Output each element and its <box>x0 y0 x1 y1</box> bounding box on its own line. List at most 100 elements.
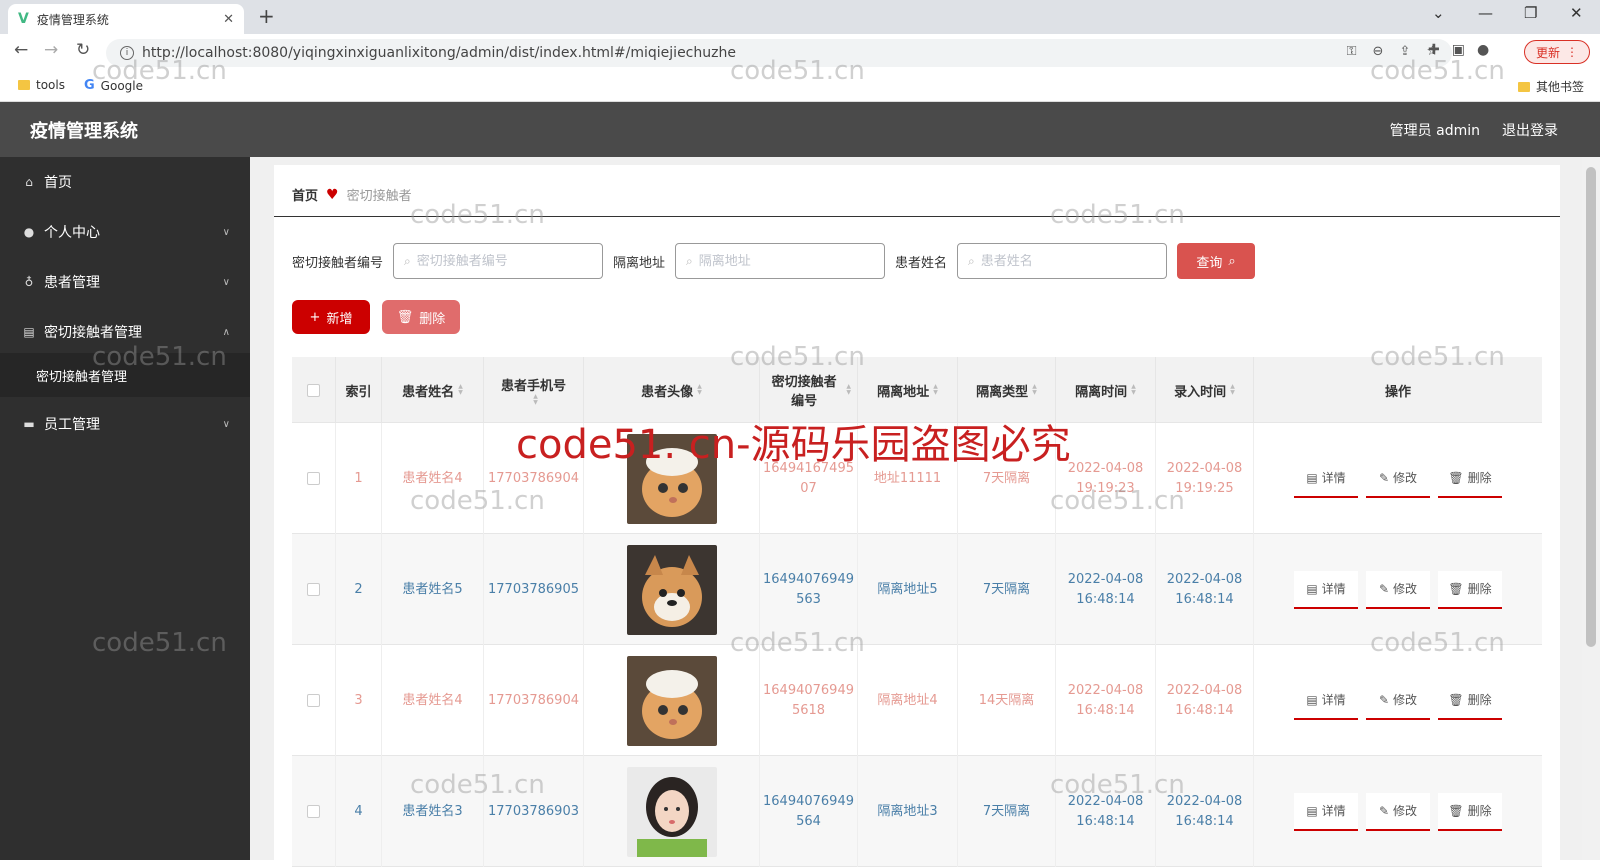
th-phone[interactable]: 患者手机号 ▲ ▼ <box>484 357 584 423</box>
sidebar-item-profile[interactable]: ● 个人中心 ∨ <box>0 207 250 257</box>
detail-button[interactable]: ▤ 详情 <box>1294 681 1358 720</box>
th-type[interactable]: 隔离类型 ▲ ▼ <box>958 357 1056 423</box>
edit-button[interactable]: ✎ 修改 <box>1366 570 1430 609</box>
table-row[interactable]: 1 患者姓名4 17703786904 16494167495 07 地址11111 7天… <box>292 423 1542 534</box>
bookmark-google[interactable]: G Google <box>84 78 143 93</box>
cell-avatar <box>584 423 760 534</box>
url-box[interactable]: i http://localhost:8080/yiqingxinxiguanl… <box>106 39 1452 67</box>
th-name[interactable]: 患者姓名 ▲ ▼ <box>382 357 484 423</box>
back-icon[interactable]: ← <box>14 40 28 60</box>
batch-delete-button[interactable]: 🗑 删除 <box>382 300 460 334</box>
profile-icon[interactable]: ● <box>1477 42 1489 58</box>
update-button[interactable]: 更新 ⋮ <box>1524 40 1590 64</box>
bookmark-label: 其他书签 <box>1536 80 1585 94</box>
scroll-thumb[interactable] <box>1586 167 1596 647</box>
table-body: 1 患者姓名4 17703786904 16494167495 07 地址11111 7天… <box>292 423 1542 867</box>
detail-button[interactable]: ▤ 详情 <box>1294 570 1358 609</box>
delete-button[interactable]: 🗑 删除 <box>1438 459 1502 498</box>
cell-avatar <box>584 645 760 756</box>
url-text[interactable]: http://localhost:8080/yiqingxinxiguanlix… <box>142 45 736 61</box>
sort-icon[interactable]: ▲ ▼ <box>458 384 463 396</box>
search-input-addr[interactable] <box>698 253 869 269</box>
sidebar-subitem-contacts[interactable]: 密切接触者管理 <box>0 353 250 397</box>
search-field-code[interactable]: ⌕ <box>393 243 604 279</box>
th-avatar[interactable]: 患者头像 ▲ ▼ <box>584 357 760 423</box>
th-iso-time[interactable]: 隔离时间 ▲ ▼ <box>1056 357 1156 423</box>
cell-ops: ▤ 详情 ✎ 修改 🗑 删除 <box>1254 756 1542 867</box>
edit-button[interactable]: ✎ 修改 <box>1366 681 1430 720</box>
sidebar: ⌂ 首页 ● 个人中心 ∨ ♁ 患者管理 ∨ ▤ 密切接触者管理 ∧ 密切接触者… <box>0 157 250 860</box>
select-all-checkbox[interactable] <box>307 383 320 397</box>
th-code[interactable]: 密切接触者编号 ▲ ▼ <box>760 357 858 423</box>
search-field-name[interactable]: ⌕ <box>957 243 1168 279</box>
sort-icon[interactable]: ▲ ▼ <box>1131 384 1136 396</box>
extensions-icon[interactable]: ✚ <box>1428 42 1440 58</box>
reload-icon[interactable]: ↻ <box>76 40 90 60</box>
row-checkbox[interactable] <box>307 472 320 485</box>
th-addr[interactable]: 隔离地址 ▲ ▼ <box>858 357 958 423</box>
other-bookmarks[interactable]: 其他书签 <box>1518 78 1584 95</box>
monitor-icon: ▬ <box>23 417 35 431</box>
pencil-icon: ✎ <box>1378 692 1390 707</box>
delete-button[interactable]: 🗑 删除 <box>1438 681 1502 720</box>
add-button[interactable]: + 新增 <box>292 300 370 334</box>
search-input-name[interactable] <box>980 253 1151 269</box>
close-window-icon[interactable]: ✕ <box>1570 4 1583 22</box>
detail-button[interactable]: ▤ 详情 <box>1294 792 1358 831</box>
sidebar-item-contacts[interactable]: ▤ 密切接触者管理 ∧ <box>0 307 250 357</box>
delete-button[interactable]: 🗑 删除 <box>1438 792 1502 831</box>
sort-icon[interactable]: ▲ ▼ <box>697 384 702 396</box>
sidepanel-icon[interactable]: ▣ <box>1452 42 1465 58</box>
sort-icon[interactable]: ▲ ▼ <box>846 384 851 396</box>
row-checkbox[interactable] <box>307 694 320 707</box>
edit-button[interactable]: ✎ 修改 <box>1366 792 1430 831</box>
sidebar-item-label: 密切接触者管理 <box>44 325 142 341</box>
op-label: 删除 <box>1467 470 1492 485</box>
restore-icon[interactable]: ❐ <box>1524 4 1537 22</box>
browser-tab[interactable]: V 疫情管理系统 ✕ <box>8 4 244 34</box>
table-row[interactable]: 4 患者姓名3 17703786903 16494076949 564 隔离地址3 7天隔… <box>292 756 1542 867</box>
pencil-icon: ✎ <box>1378 803 1390 818</box>
page-scrollbar[interactable] <box>1582 157 1600 860</box>
sort-icon[interactable]: ▲ ▼ <box>533 393 538 406</box>
sort-icon[interactable]: ▲ ▼ <box>1032 384 1037 396</box>
zoom-icon[interactable]: ⊖ <box>1373 44 1384 59</box>
sidebar-item-patients[interactable]: ♁ 患者管理 ∨ <box>0 257 250 307</box>
new-tab-icon[interactable]: + <box>258 4 275 28</box>
cell-type: 7天隔离 <box>958 423 1056 534</box>
cell-name: 患者姓名3 <box>382 756 484 867</box>
delete-button[interactable]: 🗑 删除 <box>1438 570 1502 609</box>
forward-icon[interactable]: → <box>44 40 58 60</box>
cell-avatar <box>584 756 760 867</box>
search-input-code[interactable] <box>416 253 587 269</box>
cell-avatar <box>584 534 760 645</box>
close-tab-icon[interactable]: ✕ <box>223 12 234 27</box>
table-row[interactable]: 3 患者姓名4 17703786904 16494076949 5618 隔离地址4 14… <box>292 645 1542 756</box>
query-button[interactable]: 查询 ⌕ <box>1177 243 1256 279</box>
minimize-icon[interactable]: — <box>1478 4 1493 22</box>
chevron-down-icon[interactable]: ⌄ <box>1432 4 1445 22</box>
site-info-icon[interactable]: i <box>120 46 134 60</box>
key-icon[interactable]: ⚿ <box>1347 44 1357 59</box>
breadcrumb-home[interactable]: 首页 <box>292 185 318 204</box>
sidebar-item-home[interactable]: ⌂ 首页 <box>0 157 250 207</box>
detail-button[interactable]: ▤ 详情 <box>1294 459 1358 498</box>
menu-dots-icon: ⋮ <box>1566 45 1578 59</box>
table-row[interactable]: 2 患者姓名5 17703786905 16494076949 563 隔离地址5 7天隔… <box>292 534 1542 645</box>
logout-link[interactable]: 退出登录 <box>1502 120 1558 140</box>
pencil-icon: ✎ <box>1378 581 1390 596</box>
sort-icon[interactable]: ▲ ▼ <box>933 384 938 396</box>
row-checkbox[interactable] <box>307 583 320 596</box>
op-label: 修改 <box>1393 581 1418 596</box>
share-icon[interactable]: ⇪ <box>1399 44 1410 59</box>
th-entry-time[interactable]: 录入时间 ▲ ▼ <box>1156 357 1254 423</box>
search-field-addr[interactable]: ⌕ <box>675 243 886 279</box>
sort-icon[interactable]: ▲ ▼ <box>1230 384 1235 396</box>
cell-addr: 地址11111 <box>858 423 958 534</box>
bookmark-tools[interactable]: tools <box>18 78 65 92</box>
row-checkbox[interactable] <box>307 805 320 818</box>
edit-button[interactable]: ✎ 修改 <box>1366 459 1430 498</box>
sidebar-item-staff[interactable]: ▬ 员工管理 ∨ <box>0 399 250 449</box>
document-icon: ▤ <box>1306 470 1318 485</box>
op-label: 详情 <box>1321 470 1346 485</box>
